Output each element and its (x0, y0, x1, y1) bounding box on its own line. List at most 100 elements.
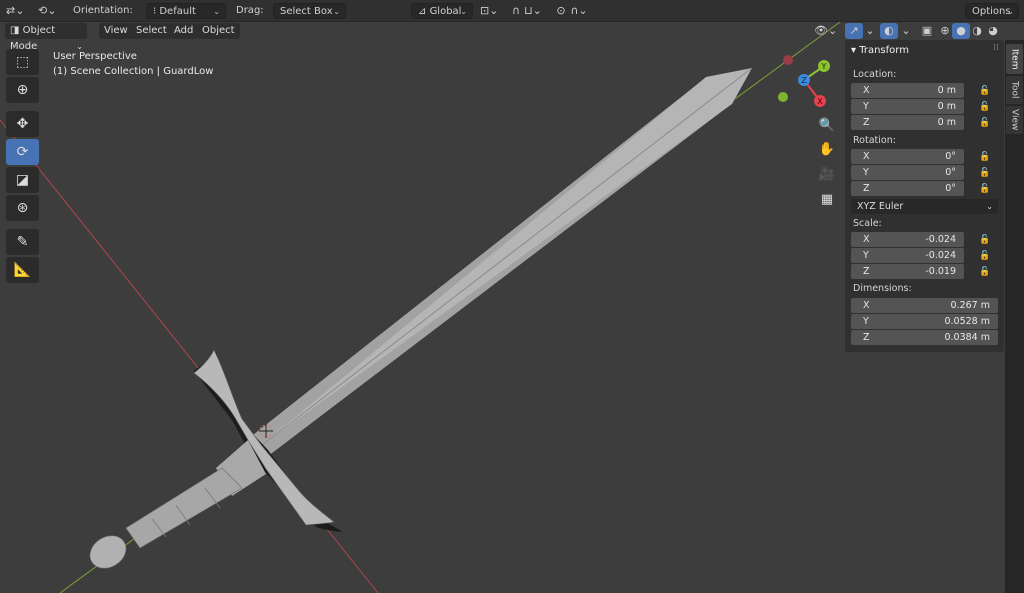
transform-space-value: Global (429, 6, 462, 17)
orientation-value: Default (159, 6, 196, 17)
gizmo-y-label: Y (821, 62, 827, 71)
transform-icon: ⊛ (16, 200, 29, 216)
overlays-icon[interactable]: ◐ (880, 23, 898, 39)
lock-icon[interactable]: 🔓 (979, 151, 991, 163)
lock-icon[interactable]: 🔓 (979, 101, 991, 113)
rotation-z-field[interactable]: Z 0° (851, 181, 964, 196)
camera-icon[interactable]: 🎥 (816, 163, 838, 185)
options-label: Options (972, 6, 1011, 17)
chevron-down-icon: ⌄ (1007, 7, 1014, 16)
measure-tool[interactable]: 📐 (6, 257, 39, 283)
transform-pivot-icon[interactable]: ⇄⌄ (6, 3, 24, 19)
menu-add[interactable]: Add (169, 23, 199, 39)
lock-icon[interactable]: 🔓 (979, 234, 991, 246)
crosshair-icon: ⊕ (16, 82, 29, 98)
transform-title: Transform (859, 45, 909, 56)
move-tool[interactable]: ✥ (6, 111, 39, 137)
pan-hand-icon[interactable]: ✋ (816, 138, 838, 160)
rotation-y-field[interactable]: Y 0° (851, 165, 964, 180)
viewport-overlay-text: User Perspective (1) Scene Collection | … (53, 49, 213, 79)
dimensions-z-field[interactable]: Z 0.0384 m (851, 330, 998, 345)
pivot-point-icon[interactable]: ⊡⌄ (480, 3, 498, 19)
chevron-down-icon: ⌄ (213, 7, 220, 16)
visibility-icon[interactable]: 👁⌄ (814, 23, 837, 39)
lock-icon[interactable]: 🔓 (979, 85, 991, 97)
dimensions-label: Dimensions: (853, 283, 912, 294)
transform-panel-header[interactable]: ▾ Transform (851, 44, 909, 58)
perspective-label: User Perspective (53, 51, 137, 62)
pencil-icon: ✎ (16, 234, 29, 250)
rendered-shading-icon[interactable]: ◕ (984, 23, 1002, 39)
lock-icon[interactable]: 🔓 (979, 183, 991, 195)
drag-value: Select Box (280, 6, 333, 17)
tab-item[interactable]: Item (1006, 44, 1023, 74)
transform-panel: ▾ Transform ⁞⁞ Location: X0 m 🔓 Y0 m 🔓 Z… (845, 40, 1004, 352)
location-z-field[interactable]: Z0 m (851, 115, 964, 130)
sword-grip (125, 467, 243, 549)
chevron-down-icon: ⌄ (460, 7, 467, 16)
disclosure-triangle-icon: ▾ (851, 45, 860, 56)
orientation-label: Orientation: (73, 5, 133, 16)
menu-select[interactable]: Select (131, 23, 172, 39)
dimensions-y-field[interactable]: Y 0.0528 m (851, 314, 998, 329)
options-dropdown[interactable]: Options ⌄ (965, 3, 1019, 19)
orientation-dropdown[interactable]: ⁝ Default ⌄ (146, 3, 226, 19)
ruler-icon: 📐 (13, 262, 32, 278)
transform-space-icon: ⊿ (418, 6, 430, 17)
chevron-down-icon[interactable]: ⌄ (861, 23, 879, 39)
object-mode-icon: ◨ (10, 25, 23, 36)
chevron-down-icon[interactable]: ⌄ (897, 23, 915, 39)
rotation-label: Rotation: (853, 135, 896, 146)
sword-pommel (89, 535, 127, 569)
snap-icon[interactable]: ∩ (507, 3, 525, 19)
scale-tool[interactable]: ◪ (6, 167, 39, 193)
transform-space-dropdown[interactable]: ⊿ Global ⌄ (411, 3, 473, 19)
rotate-icon: ⟳ (16, 144, 29, 160)
rotation-mode-dropdown[interactable]: XYZ Euler ⌄ (851, 199, 998, 214)
lock-icon[interactable]: 🔓 (979, 250, 991, 262)
drag-dropdown[interactable]: Select Box ⌄ (273, 3, 346, 19)
navigation-gizmo[interactable]: Z Y X (770, 52, 834, 112)
gizmo-x-label: X (817, 97, 823, 106)
cursor-tool[interactable]: ⊕ (6, 77, 39, 103)
ortho-grid-icon[interactable]: ▦ (816, 188, 838, 210)
scale-label: Scale: (853, 218, 882, 229)
scale-y-field[interactable]: Y -0.024 (851, 248, 964, 263)
drag-handle-icon[interactable]: ⁞⁞ (993, 43, 999, 53)
dimensions-x-field[interactable]: X 0.267 m (851, 298, 998, 313)
scale-z-field[interactable]: Z -0.019 (851, 264, 964, 279)
menu-view[interactable]: View (99, 23, 133, 39)
scale-icon: ◪ (15, 172, 30, 188)
tab-tool[interactable]: Tool (1006, 76, 1023, 104)
gizmo-z-label: Z (801, 76, 807, 85)
scale-x-field[interactable]: X -0.024 (851, 232, 964, 247)
lock-icon[interactable]: 🔓 (979, 266, 991, 278)
transform-tool[interactable]: ⊛ (6, 195, 39, 221)
falloff-icon[interactable]: ∩⌄ (570, 3, 588, 19)
lock-icon[interactable]: 🔓 (979, 117, 991, 129)
proportional-edit-icon[interactable]: ⊙ (552, 3, 570, 19)
sidebar-tabs: Item Tool View (1005, 40, 1024, 593)
location-y-field[interactable]: Y0 m (851, 99, 964, 114)
location-x-field[interactable]: X0 m (851, 83, 964, 98)
neg-y-axis-ball (778, 92, 788, 102)
select-box-tool[interactable]: ⬚ (6, 49, 39, 75)
location-label: Location: (853, 69, 897, 80)
blender-window: ⇄⌄ ⟲⌄ Orientation: ⁝ Default ⌄ Drag: Sele… (0, 0, 1024, 593)
tab-view[interactable]: View (1006, 106, 1023, 134)
header-toolbar: ⇄⌄ ⟲⌄ Orientation: ⁝ Default ⌄ Drag: Sele… (0, 0, 1024, 22)
menu-object[interactable]: Object (197, 23, 240, 39)
transform-orientation-gizmo-icon[interactable]: ⟲⌄ (38, 3, 56, 19)
neg-x-axis-ball (783, 55, 793, 65)
zoom-icon[interactable]: 🔍 (816, 114, 838, 136)
snap-target-icon[interactable]: ⊔⌄ (524, 3, 542, 19)
annotate-tool[interactable]: ✎ (6, 229, 39, 255)
xray-icon[interactable]: ▣ (918, 23, 936, 39)
rotation-x-field[interactable]: X 0° (851, 149, 964, 164)
rotate-tool[interactable]: ⟳ (6, 139, 39, 165)
chevron-down-icon: ⌄ (333, 7, 340, 16)
lock-icon[interactable]: 🔓 (979, 167, 991, 179)
cursor-icon: ⬚ (15, 54, 30, 70)
collection-label: (1) Scene Collection | GuardLow (53, 66, 214, 77)
mode-dropdown[interactable]: ◨ Object Mode ⌄ (5, 23, 87, 52)
